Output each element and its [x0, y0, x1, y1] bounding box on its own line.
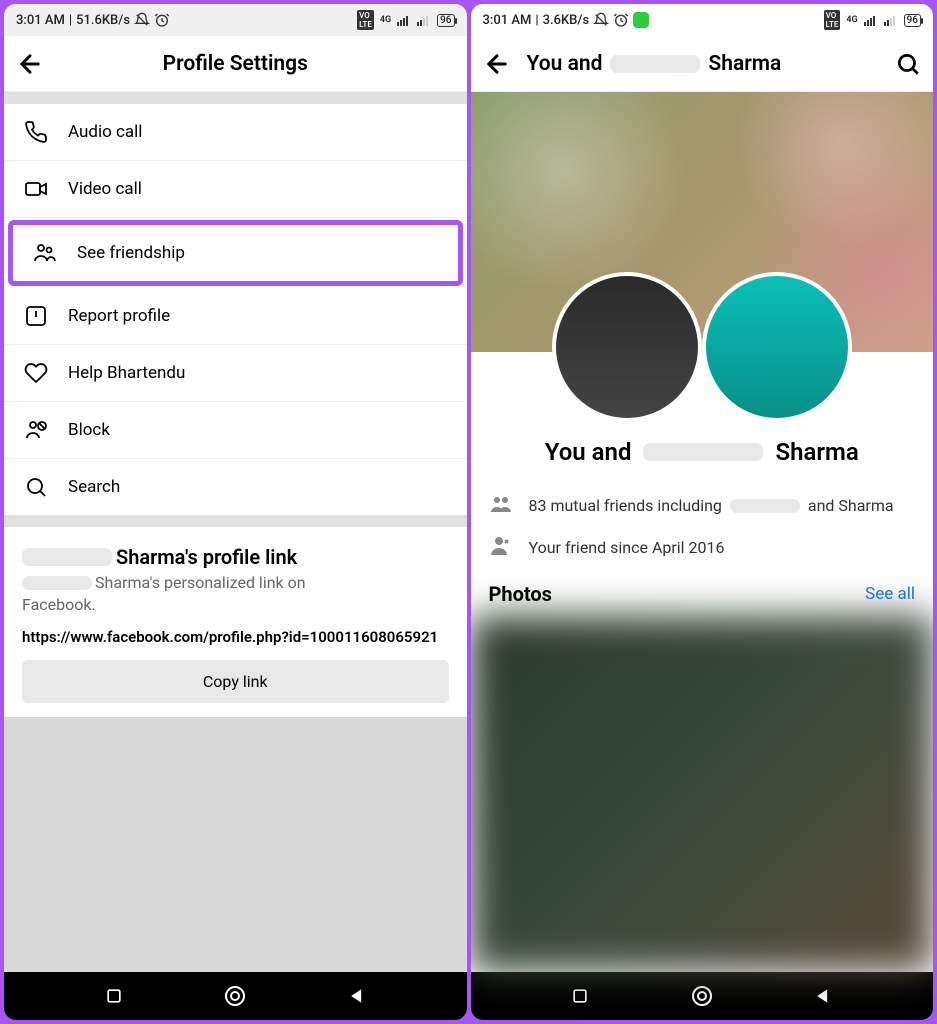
nav-home-icon[interactable] — [223, 984, 247, 1008]
nav-recent-icon[interactable] — [104, 986, 124, 1006]
section-divider — [4, 92, 467, 104]
redacted-name — [22, 576, 92, 590]
profile-link-section: Sharma's profile link Sharma's personali… — [4, 527, 467, 717]
menu-search[interactable]: Search — [4, 459, 467, 515]
photo-grid[interactable] — [471, 616, 934, 972]
copy-link-button[interactable]: Copy link — [22, 660, 449, 703]
avatar-friend[interactable] — [702, 272, 852, 422]
battery-icon: 96 — [437, 14, 454, 27]
menu-help[interactable]: Help Bhartendu — [4, 345, 467, 402]
friendship-title: You and Sharma — [471, 438, 934, 466]
nav-home-icon[interactable] — [690, 984, 714, 1008]
empty-space — [4, 717, 467, 972]
section-divider — [4, 515, 467, 527]
see-all-link[interactable]: See all — [865, 584, 915, 604]
menu-label: See friendship — [77, 243, 185, 263]
page-title: You and Sharma — [527, 52, 880, 76]
friend-since-icon — [489, 534, 515, 560]
nav-back-icon[interactable] — [813, 986, 833, 1006]
redacted-name — [610, 55, 700, 73]
photos-label: Photos — [489, 582, 552, 606]
status-bar: 3:01 AM | 51.6KB/s VOLTE 4G 96 — [4, 4, 467, 36]
mutual-friends-text: 83 mutual friends including and Sharma — [529, 496, 894, 515]
app-bar: You and Sharma — [471, 36, 934, 92]
menu-label: Audio call — [68, 122, 142, 142]
status-time: 3:01 AM — [16, 13, 65, 28]
nav-recent-icon[interactable] — [570, 986, 590, 1006]
friend-since-row: Your friend since April 2016 — [471, 526, 934, 568]
menu-block[interactable]: Block — [4, 402, 467, 459]
alarm-icon — [613, 12, 629, 28]
app-bar: Profile Settings — [4, 36, 467, 92]
redacted-name — [22, 548, 112, 566]
signal-4g-icon: 4G — [846, 15, 857, 25]
menu-label: Report profile — [68, 306, 170, 326]
menu-label: Search — [68, 477, 120, 497]
menu-label: Block — [68, 420, 110, 440]
status-bar: 3:01 AM | 3.6KB/s VOLTE 4G 96 — [471, 4, 934, 36]
menu-list: Audio call Video call See friendship Rep… — [4, 104, 467, 515]
nav-bar — [4, 972, 467, 1020]
status-sep: | — [535, 13, 538, 28]
video-icon — [22, 175, 50, 203]
menu-video-call[interactable]: Video call — [4, 161, 467, 218]
phone-left: 3:01 AM | 51.6KB/s VOLTE 4G 96 Profile S… — [4, 4, 467, 1020]
menu-report-profile[interactable]: Report profile — [4, 288, 467, 345]
avatar-you[interactable] — [552, 272, 702, 422]
nav-bar — [471, 972, 934, 1020]
mute-icon — [134, 12, 150, 28]
signal-bars-icon — [864, 14, 878, 26]
signal-4g-icon: 4G — [380, 15, 391, 25]
signal-bars-2-icon — [417, 14, 431, 26]
redacted-name — [643, 443, 763, 461]
menu-audio-call[interactable]: Audio call — [4, 104, 467, 161]
status-speed: 3.6KB/s — [543, 13, 590, 28]
report-icon — [22, 302, 50, 330]
volte-icon: VOLTE — [357, 10, 374, 30]
search-button[interactable] — [895, 51, 921, 77]
status-time: 3:01 AM — [483, 13, 532, 28]
heart-icon — [22, 359, 50, 387]
phone-icon — [22, 118, 50, 146]
friend-since-text: Your friend since April 2016 — [529, 538, 725, 557]
menu-label: Help Bhartendu — [68, 363, 185, 383]
signal-bars-2-icon — [884, 14, 898, 26]
app-indicator-icon — [633, 12, 649, 28]
phone-right: 3:01 AM | 3.6KB/s VOLTE 4G 96 You and Sh… — [471, 4, 934, 1020]
search-icon — [22, 473, 50, 501]
battery-icon: 96 — [904, 14, 921, 27]
volte-icon: VOLTE — [824, 10, 841, 30]
profile-avatars — [471, 272, 934, 422]
profile-link-url: https://www.facebook.com/profile.php?id=… — [22, 628, 449, 646]
mute-icon — [593, 12, 609, 28]
highlighted-menu-item: See friendship — [8, 220, 463, 286]
block-icon — [22, 416, 50, 444]
friends-icon — [31, 239, 59, 267]
alarm-icon — [154, 12, 170, 28]
page-title: Profile Settings — [60, 52, 411, 76]
status-sep: | — [69, 13, 72, 28]
mutual-friends-icon — [489, 492, 515, 518]
back-button[interactable] — [16, 50, 44, 78]
redacted-name — [730, 499, 800, 513]
photos-header: Photos See all — [471, 568, 934, 616]
profile-link-title: Sharma's profile link — [22, 545, 449, 569]
back-button[interactable] — [483, 50, 511, 78]
nav-back-icon[interactable] — [347, 986, 367, 1006]
mutual-friends-row: 83 mutual friends including and Sharma — [471, 484, 934, 526]
menu-see-friendship[interactable]: See friendship — [13, 225, 458, 281]
profile-link-subtitle: Sharma's personalized link on Facebook. — [22, 573, 449, 614]
menu-label: Video call — [68, 179, 142, 199]
signal-bars-icon — [397, 14, 411, 26]
status-speed: 51.6KB/s — [76, 13, 130, 28]
